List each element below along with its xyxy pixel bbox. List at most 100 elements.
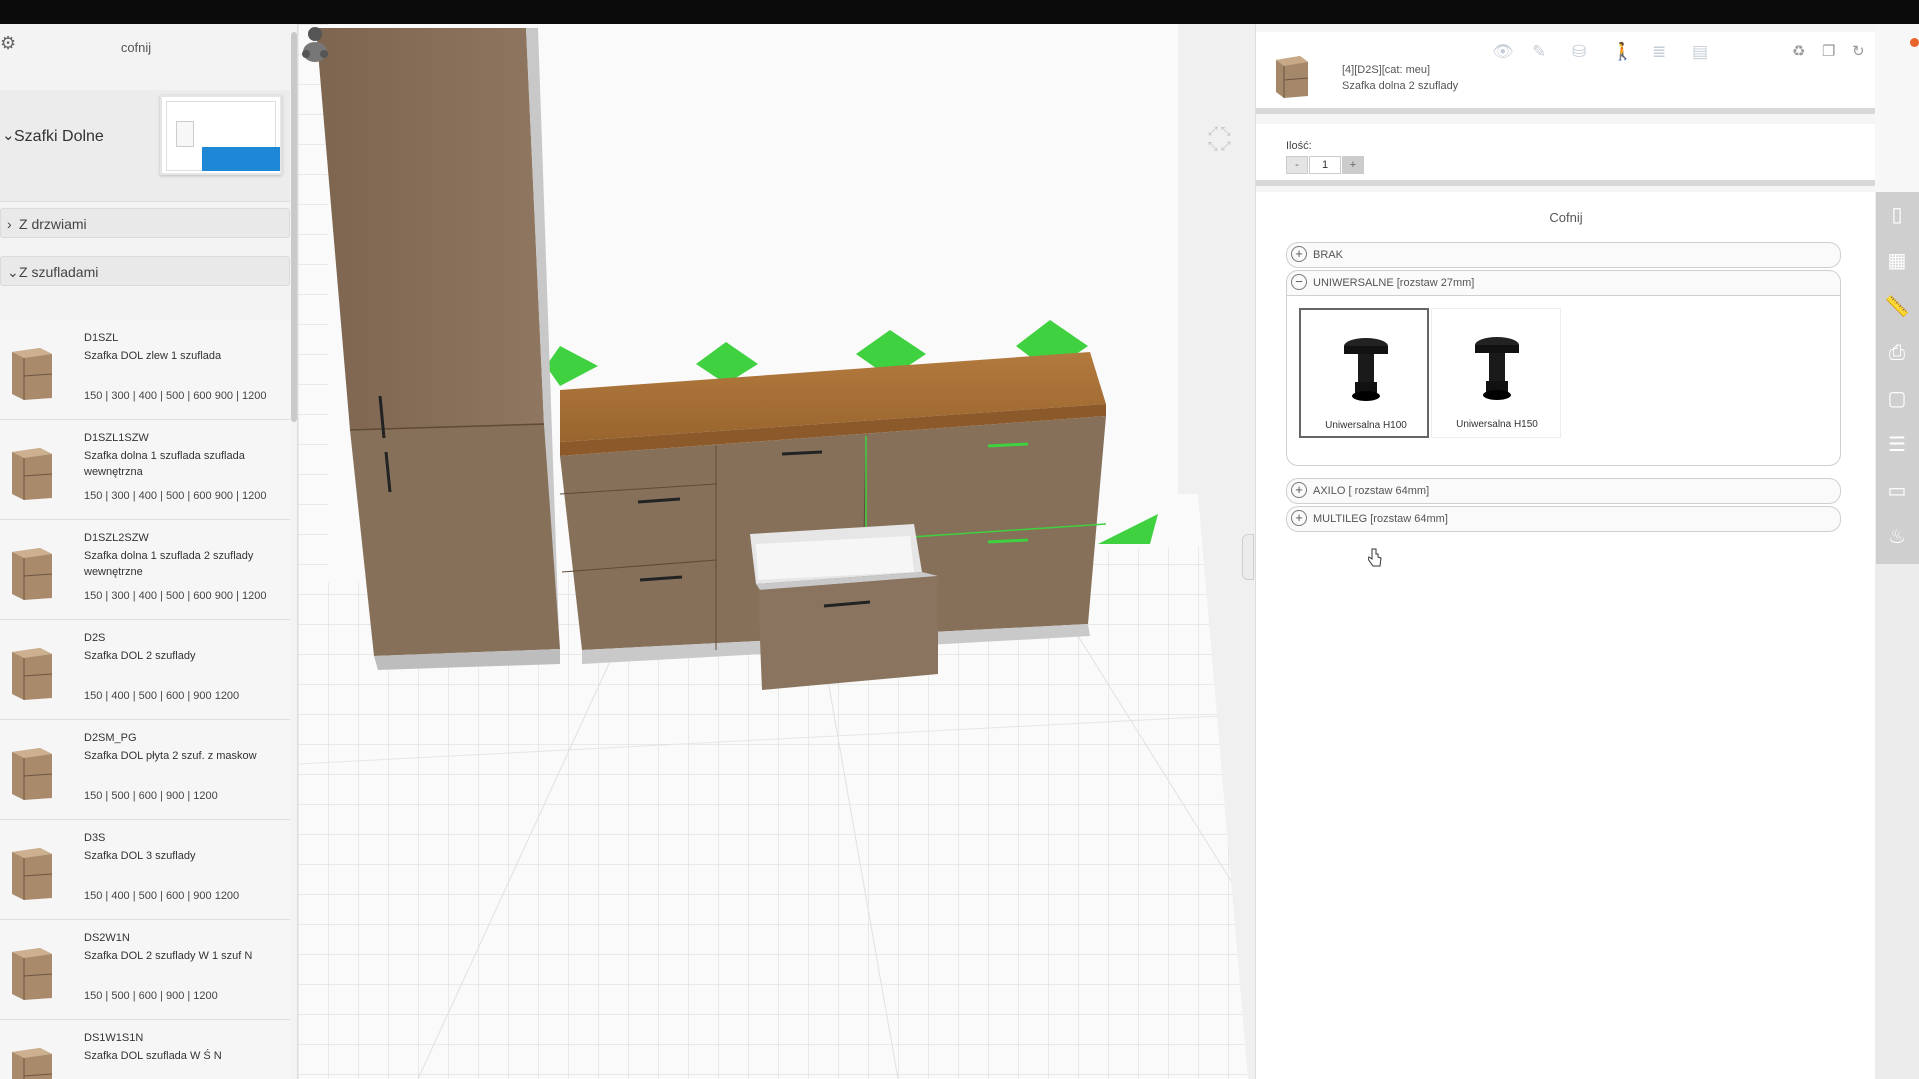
- cabinet-thumbnail-icon: [12, 1048, 53, 1079]
- leg-image: [1344, 338, 1388, 401]
- floor-heating-icon[interactable]: ♨: [1880, 520, 1914, 554]
- brush-icon[interactable]: ✎: [1532, 42, 1546, 62]
- catalog-item[interactable]: DS2W1N Szafka DOL 2 szuflady W 1 szuf N 15…: [0, 920, 290, 1020]
- item-name: Szafka dolna 1 szuflada szuflada wewnętr…: [84, 450, 245, 478]
- item-sizes: 150 | 400 | 500 | 600 | 900 1200: [84, 690, 240, 702]
- selected-item-header: [4][D2S][cat: meu] Szafka dolna 2 szufla…: [1256, 32, 1876, 114]
- item-toolbar: 👁 ✎ ⛁ 🚶 ≣ ▤ ♻ ❐ ↻: [1492, 42, 1872, 66]
- item-sizes: 150 | 300 | 400 | 500 | 600 900 | 1200: [84, 390, 267, 402]
- undo-button[interactable]: Cofnij: [1256, 210, 1876, 225]
- item-name: Szafka DOL płyta 2 szuf. z maskow: [84, 750, 257, 762]
- quantity-input[interactable]: 1: [1309, 156, 1341, 174]
- item-name: Szafka dolna 1 szuflada 2 szuflady wewnę…: [84, 550, 254, 578]
- cabinet-thumbnail-icon: [12, 748, 53, 800]
- undo-link[interactable]: cofnij: [0, 40, 272, 55]
- catalog-item[interactable]: D1SZL Szafka DOL zlew 1 szuflada 150 | 300…: [0, 320, 290, 420]
- item-code: DS2W1N: [84, 932, 130, 944]
- subcategory-label: Z drzwiami: [19, 216, 87, 232]
- catalog-scrollbar[interactable]: [291, 32, 297, 422]
- quantity-label: Ilość:: [1286, 140, 1312, 152]
- printer-icon[interactable]: ⎙: [1880, 336, 1914, 370]
- option-brak[interactable]: + BRAK: [1286, 242, 1841, 268]
- notification-dot: [1910, 38, 1919, 47]
- item-name: Szafka DOL szuflada W Ś N: [84, 1050, 222, 1062]
- quantity-increment-button[interactable]: +: [1342, 156, 1364, 174]
- view-corner-icons[interactable]: ⤢ ⤡ ⤡ ⤢: [1208, 124, 1238, 164]
- option-label: BRAK: [1313, 249, 1343, 261]
- item-name: Szafka DOL 3 szuflady: [84, 850, 196, 862]
- subcategory-doors[interactable]: › Z drzwiami: [0, 208, 290, 238]
- top-bar: [0, 0, 1919, 24]
- plus-circle-icon: +: [1291, 510, 1307, 526]
- uniwersalne-panel: Uniwersalna H100 Uniwersalna H150: [1286, 296, 1841, 466]
- quantity-decrement-button[interactable]: -: [1286, 156, 1308, 174]
- item-code: DS1W1S1N: [84, 1032, 144, 1044]
- eye-icon[interactable]: 👁: [1492, 42, 1514, 62]
- cabinet-icon[interactable]: ▯: [1880, 198, 1914, 232]
- properties-panel: [4][D2S][cat: meu] Szafka dolna 2 szufla…: [1255, 24, 1876, 1079]
- refresh-icon[interactable]: ↻: [1852, 42, 1865, 60]
- catalog-item[interactable]: D1SZL1SZW Szafka dolna 1 szuflada szuflad…: [0, 420, 290, 520]
- subcategory-label: Z szufladami: [19, 264, 99, 280]
- catalog-item[interactable]: D3S Szafka DOL 3 szuflady 150 | 400 | 500 …: [0, 820, 290, 920]
- item-sizes: 150 | 400 | 500 | 600 | 900 1200: [84, 890, 240, 902]
- option-axilo[interactable]: + AXILO [ rozstaw 64mm]: [1286, 478, 1841, 504]
- window-icon[interactable]: ▢: [1880, 382, 1914, 416]
- plus-circle-icon: +: [1291, 246, 1307, 262]
- chevron-down-icon: ⌄: [2, 127, 15, 144]
- paint-bucket-icon[interactable]: ⛁: [1572, 42, 1586, 62]
- item-sizes: 150 | 300 | 400 | 500 | 600 900 | 1200: [84, 490, 267, 502]
- minus-circle-icon: −: [1291, 274, 1307, 290]
- item-code: D1SZL: [84, 332, 119, 344]
- category-header[interactable]: ⌄ Szafki Dolne: [0, 90, 290, 202]
- cabinet-thumbnail-icon: [12, 448, 53, 500]
- recycle-icon[interactable]: ♻: [1792, 42, 1805, 60]
- category-thumbnail[interactable]: [160, 95, 282, 175]
- cabinet-thumbnail-icon: [12, 648, 53, 700]
- catalog-item[interactable]: D2SM_PG Szafka DOL płyta 2 szuf. z maskow…: [0, 720, 290, 820]
- vertical-toolbar-top: [1875, 24, 1919, 192]
- option-label: MULTILEG [rozstaw 64mm]: [1313, 513, 1448, 525]
- 3d-viewport[interactable]: ⤢ ⤡ ⤡ ⤢: [298, 24, 1255, 1079]
- panel-collapse-handle[interactable]: [1242, 534, 1254, 580]
- save-icon[interactable]: ▤: [1692, 42, 1708, 62]
- item-name: Szafka DOL zlew 1 szuflada: [84, 350, 222, 362]
- legs-options-section: Cofnij + BRAK − UNIWERSALNE [rozstaw 27m…: [1256, 192, 1876, 1079]
- catalog-panel: ⚙ cofnij ⌄ Szafki Dolne › Z drzwiami ⌄Z s…: [0, 24, 298, 1079]
- category-title: Szafki Dolne: [14, 128, 104, 145]
- item-code: D2S: [84, 632, 106, 644]
- copy-icon[interactable]: ❐: [1822, 42, 1835, 60]
- chevron-down-icon: ⌄: [7, 264, 19, 280]
- leg-image: [1475, 337, 1519, 400]
- 3d-viewer-avatar-icon[interactable]: [298, 24, 332, 64]
- ruler-icon[interactable]: 📏: [1880, 290, 1914, 324]
- item-sizes: 150 | 500 | 600 | 900 | 1200: [84, 990, 218, 1002]
- quantity-section: Ilość: - 1 +: [1256, 124, 1876, 186]
- walk-icon[interactable]: 🚶: [1612, 42, 1633, 62]
- leg-card-h100[interactable]: Uniwersalna H100: [1299, 308, 1429, 438]
- item-code: D1SZL1SZW: [84, 432, 149, 444]
- countertop-icon[interactable]: ▭: [1880, 474, 1914, 508]
- leg-name: Uniwersalna H150: [1456, 419, 1538, 430]
- scene-svg[interactable]: [298, 24, 1255, 1079]
- layers-icon[interactable]: ≣: [1652, 42, 1666, 62]
- cabinet-thumbnail-icon: [12, 548, 53, 600]
- shelf-icon[interactable]: ☰: [1880, 428, 1914, 462]
- plus-circle-icon: +: [1291, 482, 1307, 498]
- item-code: D2SM_PG: [84, 732, 137, 744]
- catalog-item[interactable]: D2S Szafka DOL 2 szuflady 150 | 400 | 500 …: [0, 620, 290, 720]
- item-name: Szafka DOL 2 szuflady W 1 szuf N: [84, 950, 253, 962]
- texture-icon[interactable]: ▦: [1880, 244, 1914, 278]
- app-root: ⚙ cofnij ⌄ Szafki Dolne › Z drzwiami ⌄Z s…: [0, 0, 1919, 1079]
- item-code: D3S: [84, 832, 106, 844]
- item-name: Szafka DOL 2 szuflady: [84, 650, 196, 662]
- selected-item-name: Szafka dolna 2 szuflady: [1342, 80, 1459, 92]
- catalog-item[interactable]: DS1W1S1NSzafka DOL szuflada W Ś N150 | 4…: [0, 1020, 290, 1079]
- option-multileg[interactable]: + MULTILEG [rozstaw 64mm]: [1286, 506, 1841, 532]
- subcategory-drawers[interactable]: ⌄Z szufladami: [0, 256, 290, 286]
- chevron-right-icon: ›: [7, 216, 12, 232]
- hand-cursor-icon: [1368, 548, 1382, 567]
- catalog-item[interactable]: D1SZL2SZW Szafka dolna 1 szuflada 2 szufl…: [0, 520, 290, 620]
- leg-card-h150[interactable]: Uniwersalna H150: [1431, 308, 1561, 438]
- option-uniwersalne[interactable]: − UNIWERSALNE [rozstaw 27mm]: [1286, 270, 1841, 296]
